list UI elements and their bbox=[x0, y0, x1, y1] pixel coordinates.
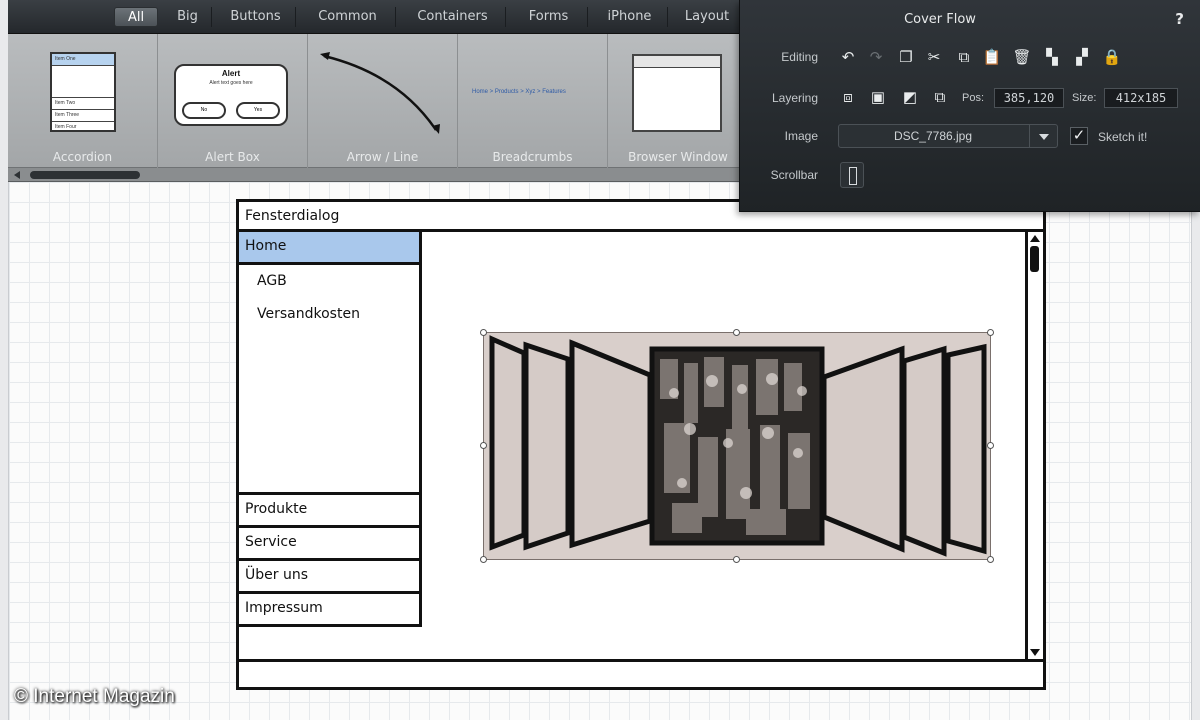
copy-icon[interactable]: ⧉ bbox=[954, 48, 974, 68]
tab-big[interactable]: Big bbox=[164, 7, 212, 27]
scrollbar-label: Scrollbar bbox=[770, 168, 818, 182]
editing-label: Editing bbox=[781, 50, 818, 64]
tab-all[interactable]: All bbox=[114, 7, 158, 27]
image-select-value: DSC_7786.jpg bbox=[893, 129, 973, 143]
cover-flow-graphic bbox=[489, 335, 987, 557]
arrow-line-preview bbox=[320, 52, 440, 134]
cut-icon[interactable]: ✂ bbox=[924, 48, 944, 68]
left-edge bbox=[0, 0, 8, 720]
sketch-checkbox[interactable]: ✓ bbox=[1070, 127, 1088, 145]
cover-flow-widget[interactable] bbox=[483, 332, 991, 560]
alert-preview: Alert Alert text goes here No Yes bbox=[174, 64, 288, 126]
library-item-label: Browser Window bbox=[628, 150, 728, 164]
tab-iphone[interactable]: iPhone bbox=[592, 7, 668, 27]
duplicate-icon[interactable]: ❐ bbox=[896, 48, 916, 68]
send-to-back-icon[interactable]: ⧉ bbox=[930, 88, 950, 108]
bring-forward-icon[interactable]: ▣ bbox=[868, 88, 888, 108]
window-statusbar bbox=[239, 659, 1043, 687]
pos-field[interactable]: 385,120 bbox=[994, 88, 1064, 108]
library-item-accordion[interactable]: Item One Item Two Item Three Item Four A… bbox=[8, 34, 158, 168]
scroll-left-icon[interactable] bbox=[14, 171, 20, 179]
nav-item-ueber-uns[interactable]: Über uns bbox=[239, 561, 422, 594]
tab-forms[interactable]: Forms bbox=[510, 7, 588, 27]
nav-submenu: AGB Versandkosten bbox=[239, 265, 422, 495]
nav-subitem-versandkosten[interactable]: Versandkosten bbox=[257, 298, 419, 331]
tab-containers[interactable]: Containers bbox=[400, 7, 506, 27]
scroll-thumb[interactable] bbox=[30, 171, 140, 179]
mockup-nav: Home AGB Versandkosten Produkte Service … bbox=[239, 232, 422, 627]
ungroup-icon[interactable]: ▞ bbox=[1072, 48, 1092, 68]
resize-handle[interactable] bbox=[480, 442, 487, 449]
nav-item-produkte[interactable]: Produkte bbox=[239, 495, 422, 528]
size-field[interactable]: 412x185 bbox=[1104, 88, 1178, 108]
accordion-preview: Item One Item Two Item Three Item Four bbox=[50, 52, 116, 132]
image-select[interactable]: DSC_7786.jpg bbox=[838, 124, 1058, 148]
library-item-label: Arrow / Line bbox=[346, 150, 419, 164]
library-item-arrow-line[interactable]: Arrow / Line bbox=[308, 34, 458, 168]
chevron-down-icon[interactable] bbox=[1029, 125, 1057, 147]
send-backward-icon[interactable]: ◩ bbox=[900, 88, 920, 108]
browser-window-preview bbox=[632, 54, 722, 132]
resize-handle[interactable] bbox=[733, 329, 740, 336]
bring-to-front-icon[interactable]: ⧈ bbox=[838, 88, 858, 108]
scroll-down-icon[interactable] bbox=[1030, 649, 1040, 656]
delete-icon[interactable]: 🗑 bbox=[1012, 48, 1032, 68]
watermark: © Internet Magazin bbox=[14, 686, 175, 707]
resize-handle[interactable] bbox=[987, 556, 994, 563]
help-icon[interactable]: ? bbox=[1175, 10, 1184, 28]
window-scrollbar[interactable] bbox=[1025, 232, 1043, 659]
library-item-breadcrumbs[interactable]: Home > Products > Xyz > Features Breadcr… bbox=[458, 34, 608, 168]
nav-item-home[interactable]: Home bbox=[239, 232, 422, 265]
resize-handle[interactable] bbox=[987, 329, 994, 336]
sketch-label: Sketch it! bbox=[1098, 130, 1148, 144]
lock-icon[interactable]: 🔒 bbox=[1102, 48, 1122, 68]
library-item-label: Accordion bbox=[52, 150, 113, 164]
tab-common[interactable]: Common bbox=[300, 7, 396, 27]
tab-layout[interactable]: Layout bbox=[672, 7, 742, 27]
size-label: Size: bbox=[1072, 92, 1097, 104]
library-item-browser-window[interactable]: Browser Window bbox=[608, 34, 748, 168]
scroll-up-icon[interactable] bbox=[1030, 235, 1040, 242]
pos-label: Pos: bbox=[962, 92, 985, 104]
inspector-title: Cover Flow bbox=[904, 12, 976, 27]
resize-handle[interactable] bbox=[480, 556, 487, 563]
nav-subitem-agb[interactable]: AGB bbox=[257, 265, 419, 298]
library-item-alert-box[interactable]: Alert Alert text goes here No Yes Alert … bbox=[158, 34, 308, 168]
tab-buttons[interactable]: Buttons bbox=[216, 7, 296, 27]
scroll-thumb[interactable] bbox=[1030, 246, 1039, 272]
paste-icon[interactable]: 📋 bbox=[982, 48, 1002, 68]
library-item-label: Alert Box bbox=[205, 150, 260, 164]
nav-item-service[interactable]: Service bbox=[239, 528, 422, 561]
image-label: Image bbox=[784, 129, 818, 143]
breadcrumb-preview: Home > Products > Xyz > Features bbox=[472, 89, 566, 95]
undo-icon[interactable]: ↶ bbox=[838, 48, 858, 68]
resize-handle[interactable] bbox=[480, 329, 487, 336]
layering-label: Layering bbox=[771, 91, 818, 105]
group-icon[interactable]: ▚ bbox=[1042, 48, 1062, 68]
redo-icon: ↷ bbox=[869, 49, 883, 66]
scrollbar-toggle-icon[interactable] bbox=[840, 162, 864, 188]
resize-handle[interactable] bbox=[987, 442, 994, 449]
library-item-label: Breadcrumbs bbox=[492, 150, 573, 164]
nav-item-impressum[interactable]: Impressum bbox=[239, 594, 422, 627]
resize-handle[interactable] bbox=[733, 556, 740, 563]
